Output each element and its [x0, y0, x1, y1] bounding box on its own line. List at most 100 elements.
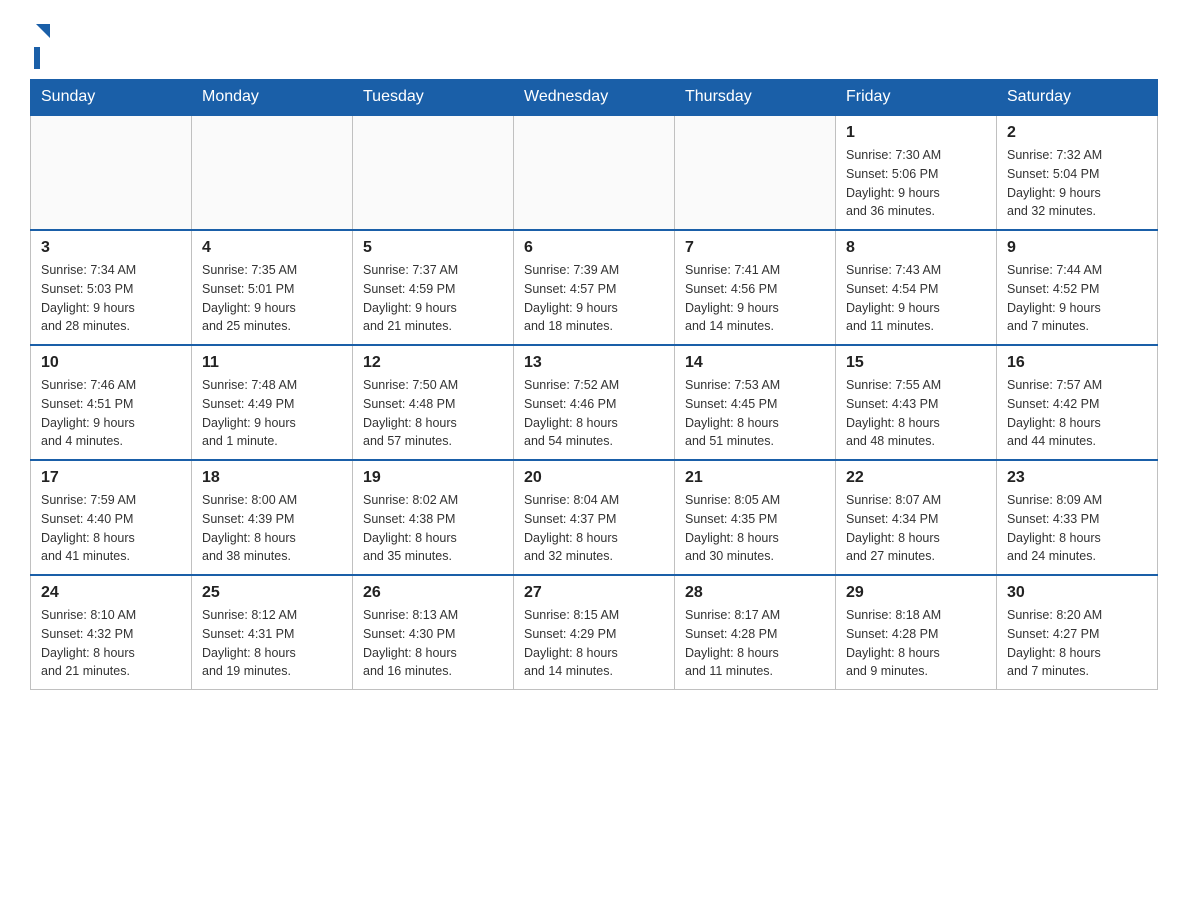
calendar-cell: 30 Sunrise: 8:20 AM Sunset: 4:27 PM Dayli… [997, 575, 1158, 690]
day-info: Sunrise: 8:00 AM Sunset: 4:39 PM Dayligh… [202, 491, 342, 566]
day-info: Sunrise: 8:02 AM Sunset: 4:38 PM Dayligh… [363, 491, 503, 566]
day-info: Sunrise: 7:35 AM Sunset: 5:01 PM Dayligh… [202, 261, 342, 336]
calendar-cell: 8 Sunrise: 7:43 AM Sunset: 4:54 PM Daylig… [836, 230, 997, 345]
weekday-header-tuesday: Tuesday [353, 80, 514, 116]
week-row-4: 17 Sunrise: 7:59 AM Sunset: 4:40 PM Dayli… [31, 460, 1158, 575]
day-info: Sunrise: 7:34 AM Sunset: 5:03 PM Dayligh… [41, 261, 181, 336]
calendar-cell: 29 Sunrise: 8:18 AM Sunset: 4:28 PM Dayli… [836, 575, 997, 690]
day-number: 25 [202, 584, 342, 602]
day-number: 30 [1007, 584, 1147, 602]
day-info: Sunrise: 7:37 AM Sunset: 4:59 PM Dayligh… [363, 261, 503, 336]
calendar-cell: 5 Sunrise: 7:37 AM Sunset: 4:59 PM Daylig… [353, 230, 514, 345]
day-number: 29 [846, 584, 986, 602]
day-number: 6 [524, 239, 664, 257]
day-info: Sunrise: 8:20 AM Sunset: 4:27 PM Dayligh… [1007, 606, 1147, 681]
calendar-cell: 15Sunrise: 7:55 AM Sunset: 4:43 PM Dayli… [836, 345, 997, 460]
weekday-header-monday: Monday [192, 80, 353, 116]
calendar-cell: 16 Sunrise: 7:57 AM Sunset: 4:42 PM Dayli… [997, 345, 1158, 460]
week-row-3: 10 Sunrise: 7:46 AM Sunset: 4:51 PM Dayli… [31, 345, 1158, 460]
day-info: Sunrise: 7:32 AM Sunset: 5:04 PM Dayligh… [1007, 146, 1147, 221]
calendar-cell: 14 Sunrise: 7:53 AM Sunset: 4:45 PM Dayli… [675, 345, 836, 460]
calendar-cell: 20 Sunrise: 8:04 AM Sunset: 4:37 PM Dayli… [514, 460, 675, 575]
calendar-cell [675, 115, 836, 230]
calendar-cell: 19 Sunrise: 8:02 AM Sunset: 4:38 PM Dayli… [353, 460, 514, 575]
calendar-cell: 13 Sunrise: 7:52 AM Sunset: 4:46 PM Dayli… [514, 345, 675, 460]
calendar-cell: 23 Sunrise: 8:09 AM Sunset: 4:33 PM Dayli… [997, 460, 1158, 575]
day-number: 10 [41, 354, 181, 372]
day-info: Sunrise: 8:13 AM Sunset: 4:30 PM Dayligh… [363, 606, 503, 681]
day-number: 4 [202, 239, 342, 257]
day-number: 21 [685, 469, 825, 487]
calendar-cell: 28 Sunrise: 8:17 AM Sunset: 4:28 PM Dayli… [675, 575, 836, 690]
day-number: 2 [1007, 124, 1147, 142]
day-number: 14 [685, 354, 825, 372]
day-info: Sunrise: 7:44 AM Sunset: 4:52 PM Dayligh… [1007, 261, 1147, 336]
week-row-5: 24Sunrise: 8:10 AM Sunset: 4:32 PM Dayli… [31, 575, 1158, 690]
day-number: 22 [846, 469, 986, 487]
day-number: 8 [846, 239, 986, 257]
day-info: Sunrise: 7:59 AM Sunset: 4:40 PM Dayligh… [41, 491, 181, 566]
day-info: Sunrise: 7:57 AM Sunset: 4:42 PM Dayligh… [1007, 376, 1147, 451]
calendar-cell: 25 Sunrise: 8:12 AM Sunset: 4:31 PM Dayli… [192, 575, 353, 690]
calendar-cell: 4 Sunrise: 7:35 AM Sunset: 5:01 PM Daylig… [192, 230, 353, 345]
day-info: Sunrise: 7:41 AM Sunset: 4:56 PM Dayligh… [685, 261, 825, 336]
calendar-cell: 7 Sunrise: 7:41 AM Sunset: 4:56 PM Daylig… [675, 230, 836, 345]
day-number: 15 [846, 354, 986, 372]
day-info: Sunrise: 8:09 AM Sunset: 4:33 PM Dayligh… [1007, 491, 1147, 566]
weekday-header-friday: Friday [836, 80, 997, 116]
weekday-header-saturday: Saturday [997, 80, 1158, 116]
logo-triangle-icon [32, 20, 54, 47]
day-info: Sunrise: 7:50 AM Sunset: 4:48 PM Dayligh… [363, 376, 503, 451]
day-info: Sunrise: 8:12 AM Sunset: 4:31 PM Dayligh… [202, 606, 342, 681]
calendar-cell: 10 Sunrise: 7:46 AM Sunset: 4:51 PM Dayli… [31, 345, 192, 460]
day-info: Sunrise: 8:07 AM Sunset: 4:34 PM Dayligh… [846, 491, 986, 566]
weekday-header-thursday: Thursday [675, 80, 836, 116]
calendar-cell: 3 Sunrise: 7:34 AM Sunset: 5:03 PM Daylig… [31, 230, 192, 345]
day-number: 3 [41, 239, 181, 257]
weekday-header-sunday: Sunday [31, 80, 192, 116]
day-number: 13 [524, 354, 664, 372]
calendar-cell: 6 Sunrise: 7:39 AM Sunset: 4:57 PM Daylig… [514, 230, 675, 345]
calendar-cell: 17 Sunrise: 7:59 AM Sunset: 4:40 PM Dayli… [31, 460, 192, 575]
day-info: Sunrise: 8:18 AM Sunset: 4:28 PM Dayligh… [846, 606, 986, 681]
day-number: 9 [1007, 239, 1147, 257]
day-info: Sunrise: 8:05 AM Sunset: 4:35 PM Dayligh… [685, 491, 825, 566]
day-number: 16 [1007, 354, 1147, 372]
day-number: 1 [846, 124, 986, 142]
day-info: Sunrise: 7:43 AM Sunset: 4:54 PM Dayligh… [846, 261, 986, 336]
calendar-cell: 12 Sunrise: 7:50 AM Sunset: 4:48 PM Dayli… [353, 345, 514, 460]
calendar-table: SundayMondayTuesdayWednesdayThursdayFrid… [30, 79, 1158, 690]
logo [30, 20, 54, 69]
week-row-2: 3 Sunrise: 7:34 AM Sunset: 5:03 PM Daylig… [31, 230, 1158, 345]
calendar-cell: 18Sunrise: 8:00 AM Sunset: 4:39 PM Dayli… [192, 460, 353, 575]
day-info: Sunrise: 8:10 AM Sunset: 4:32 PM Dayligh… [41, 606, 181, 681]
calendar-cell: 27Sunrise: 8:15 AM Sunset: 4:29 PM Dayli… [514, 575, 675, 690]
day-info: Sunrise: 7:46 AM Sunset: 4:51 PM Dayligh… [41, 376, 181, 451]
day-number: 7 [685, 239, 825, 257]
day-info: Sunrise: 7:30 AM Sunset: 5:06 PM Dayligh… [846, 146, 986, 221]
day-number: 19 [363, 469, 503, 487]
calendar-cell [192, 115, 353, 230]
day-number: 27 [524, 584, 664, 602]
day-number: 26 [363, 584, 503, 602]
day-number: 5 [363, 239, 503, 257]
calendar-cell: 26 Sunrise: 8:13 AM Sunset: 4:30 PM Dayli… [353, 575, 514, 690]
calendar-cell: 21 Sunrise: 8:05 AM Sunset: 4:35 PM Dayli… [675, 460, 836, 575]
day-info: Sunrise: 8:04 AM Sunset: 4:37 PM Dayligh… [524, 491, 664, 566]
day-number: 11 [202, 354, 342, 372]
day-number: 17 [41, 469, 181, 487]
calendar-cell: 24Sunrise: 8:10 AM Sunset: 4:32 PM Dayli… [31, 575, 192, 690]
day-info: Sunrise: 8:17 AM Sunset: 4:28 PM Dayligh… [685, 606, 825, 681]
day-info: Sunrise: 7:53 AM Sunset: 4:45 PM Dayligh… [685, 376, 825, 451]
day-info: Sunrise: 7:48 AM Sunset: 4:49 PM Dayligh… [202, 376, 342, 451]
day-number: 12 [363, 354, 503, 372]
calendar-cell: 9 Sunrise: 7:44 AM Sunset: 4:52 PM Daylig… [997, 230, 1158, 345]
calendar-cell: 1 Sunrise: 7:30 AM Sunset: 5:06 PM Daylig… [836, 115, 997, 230]
day-info: Sunrise: 7:52 AM Sunset: 4:46 PM Dayligh… [524, 376, 664, 451]
day-number: 23 [1007, 469, 1147, 487]
calendar-cell [353, 115, 514, 230]
day-number: 20 [524, 469, 664, 487]
day-info: Sunrise: 7:39 AM Sunset: 4:57 PM Dayligh… [524, 261, 664, 336]
day-number: 28 [685, 584, 825, 602]
calendar-cell: 22 Sunrise: 8:07 AM Sunset: 4:34 PM Dayli… [836, 460, 997, 575]
